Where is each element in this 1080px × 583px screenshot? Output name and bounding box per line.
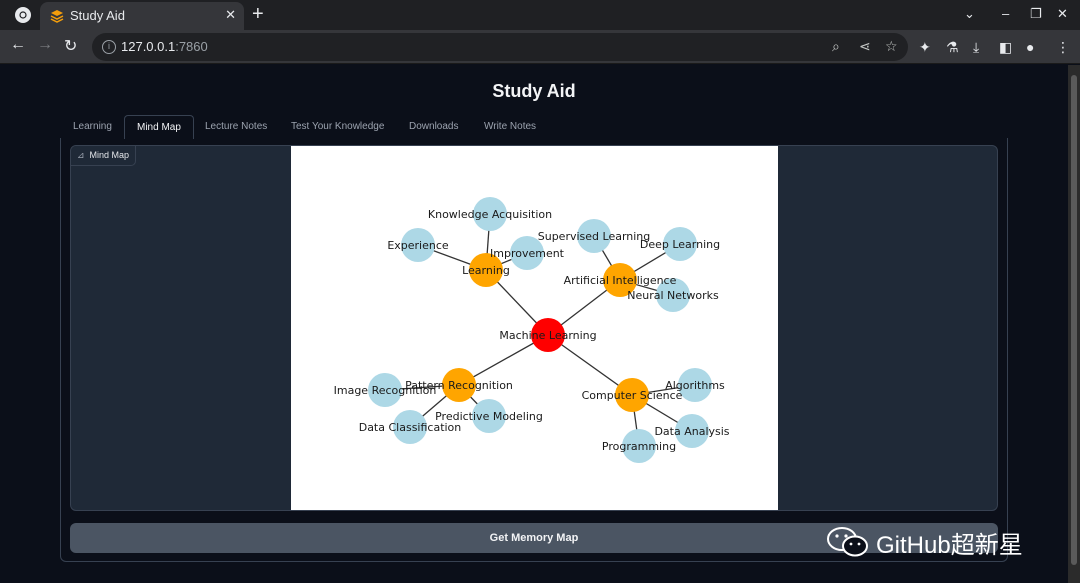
tab-mind-map[interactable]: Mind Map bbox=[124, 115, 194, 139]
leaf-label-experience: Experience bbox=[387, 239, 449, 252]
extensions-icon[interactable]: ✦ bbox=[919, 39, 931, 56]
tab-test-your-knowledge[interactable]: Test Your Knowledge bbox=[279, 115, 396, 139]
root-node-label: Machine Learning bbox=[499, 329, 596, 342]
page-title: Study Aid bbox=[492, 81, 576, 101]
leaf-label-predictive-modeling: Predictive Modeling bbox=[435, 410, 543, 423]
page-scrollbar[interactable] bbox=[1068, 65, 1080, 583]
leaf-label-deep-learning: Deep Learning bbox=[640, 238, 720, 251]
restore-icon[interactable]: ❐ bbox=[1030, 6, 1042, 22]
image-label-text: Mind Map bbox=[89, 150, 130, 160]
watermark: GitHub超新星 bbox=[826, 521, 1066, 561]
forward-arrow-icon[interactable]: → bbox=[37, 36, 53, 54]
stack-icon bbox=[50, 10, 64, 23]
tab-downloads[interactable]: Downloads bbox=[397, 115, 470, 139]
branch-label-artificial-intelligence: Artificial Intelligence bbox=[564, 274, 677, 287]
tab-learning[interactable]: Learning bbox=[61, 115, 124, 139]
browser-tab-title: Study Aid bbox=[70, 8, 125, 23]
browser-toolbar: ← → ↻ i 127.0.0.1:7860 ⌕ ⋖ ☆ ✦ ⚗ ⤓ ◧ ● ⋮ bbox=[0, 30, 1080, 64]
profile-avatar-icon[interactable]: ● bbox=[1026, 39, 1034, 55]
chrome-icon[interactable] bbox=[14, 6, 32, 24]
leaf-label-data-analysis: Data Analysis bbox=[654, 425, 729, 438]
close-tab-icon[interactable]: ✕ bbox=[225, 7, 236, 23]
watermark-text: GitHub超新星 bbox=[876, 532, 1023, 559]
leaf-label-supervised-learning: Supervised Learning bbox=[538, 230, 651, 243]
leaf-label-programming: Programming bbox=[602, 440, 676, 453]
url-port: :7860 bbox=[175, 39, 208, 54]
url-text: 127.0.0.1:7860 bbox=[121, 39, 208, 54]
mind-map-canvas: Machine Learning Learning Knowledge Acquis… bbox=[291, 146, 778, 510]
browser-menu-icon[interactable]: ⋮ bbox=[1056, 39, 1070, 56]
minimize-icon[interactable]: – bbox=[1002, 6, 1009, 21]
labs-flask-icon[interactable]: ⚗ bbox=[946, 39, 959, 56]
side-panel-icon[interactable]: ◧ bbox=[999, 39, 1012, 56]
leaf-label-image-recognition: Image Recognition bbox=[334, 384, 437, 397]
bookmark-star-icon[interactable]: ☆ bbox=[885, 38, 898, 55]
scrollbar-thumb[interactable] bbox=[1071, 75, 1077, 565]
image-label: ⊿ Mind Map bbox=[71, 146, 137, 166]
mind-map-image-block: Machine Learning Learning Knowledge Acquis… bbox=[70, 145, 998, 511]
leaf-label-improvement: Improvement bbox=[490, 247, 565, 260]
url-host: 127.0.0.1 bbox=[121, 39, 176, 54]
site-info-icon[interactable]: i bbox=[102, 40, 116, 54]
share-icon[interactable]: ⋖ bbox=[859, 38, 871, 55]
mind-map-graph: Machine Learning Learning Knowledge Acquis… bbox=[334, 197, 730, 463]
new-tab-icon[interactable]: + bbox=[252, 3, 264, 26]
tab-search-chevron-icon[interactable]: ⌄ bbox=[964, 6, 975, 22]
browser-tab[interactable]: Study Aid ✕ bbox=[40, 2, 244, 30]
back-arrow-icon[interactable]: ← bbox=[10, 36, 26, 54]
chart-icon: ⊿ bbox=[77, 150, 85, 160]
address-bar[interactable]: i 127.0.0.1:7860 ⌕ ⋖ ☆ bbox=[92, 33, 908, 61]
wechat-icon bbox=[827, 527, 868, 557]
reload-icon[interactable]: ↻ bbox=[64, 36, 77, 56]
zoom-icon[interactable]: ⌕ bbox=[832, 38, 840, 55]
tab-write-notes[interactable]: Write Notes bbox=[472, 115, 548, 139]
tab-lecture-notes[interactable]: Lecture Notes bbox=[193, 115, 279, 139]
leaf-label-knowledge-acquisition: Knowledge Acquisition bbox=[428, 208, 552, 221]
downloads-icon[interactable]: ⤓ bbox=[973, 39, 979, 56]
branch-label-learning: Learning bbox=[462, 264, 510, 277]
browser-tab-strip: Study Aid ✕ + ⌄ – ❐ ✕ bbox=[0, 0, 1080, 30]
app-page: Study Aid Learning Mind Map Lecture Note… bbox=[0, 65, 1068, 583]
leaf-label-neural-networks: Neural Networks bbox=[627, 289, 719, 302]
window-close-icon[interactable]: ✕ bbox=[1057, 6, 1068, 22]
leaf-label-algorithms: Algorithms bbox=[665, 379, 725, 392]
